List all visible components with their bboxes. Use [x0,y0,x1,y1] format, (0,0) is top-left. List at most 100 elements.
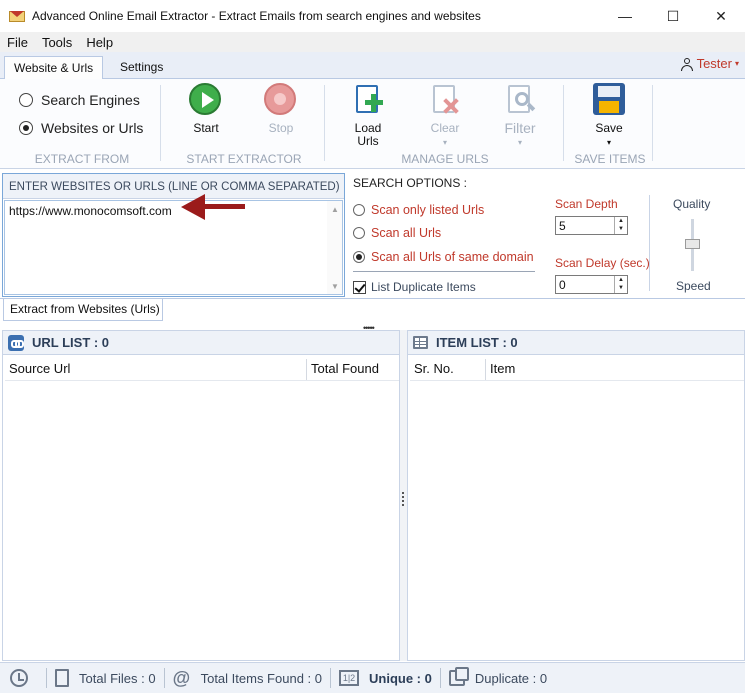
ribbon-divider [160,85,161,161]
scan-depth-label: Scan Depth [555,197,618,211]
file-icon [55,669,69,687]
ribbon-divider [652,85,653,161]
group-label-manage-urls: MANAGE URLS [401,152,489,166]
menu-help[interactable]: Help [79,35,120,50]
scan-delay-stepper[interactable]: 0 ▲ ▼ [555,275,628,294]
item-list-columns: Sr. No. Item [410,359,744,381]
filter-button[interactable]: Filter ▾ [492,83,548,149]
checkbox-checked [353,280,366,294]
url-textarea[interactable]: https://www.monocomsoft.com ▲ ▼ [4,200,343,295]
checkbox-label: List Duplicate Items [371,280,476,294]
unique-count: Unique : 0 [369,670,432,686]
stop-label: Stop [268,121,294,135]
ribbon-tab-row: Website & Urls Settings Tester ▾ [0,52,745,80]
floppy-disk-icon [592,83,626,117]
radio-scan-same-domain[interactable]: Scan all Urls of same domain [353,250,534,264]
column-source-url[interactable]: Source Url [5,359,307,380]
item-list-title: ITEM LIST : 0 [436,335,518,350]
link-icon [8,334,24,351]
duplicate-count: Duplicate : 0 [474,670,548,686]
minimize-button[interactable]: — [601,0,649,32]
ribbon-divider [324,85,325,161]
scan-delay-label: Scan Delay (sec.) [555,256,650,270]
chevron-down-icon: ▾ [606,138,611,147]
document-search-icon [503,83,537,117]
url-list-header: URL LIST : 0 [3,331,399,355]
radio-websites-urls[interactable]: Websites or Urls [19,120,143,136]
options-divider [649,195,650,291]
window-title: Advanced Online Email Extractor - Extrac… [32,9,481,23]
slider-thumb[interactable] [685,239,700,249]
document-delete-icon [428,83,462,117]
website-input-panel: ENTER WEBSITES OR URLS (LINE OR COMMA SE… [2,173,345,297]
title-bar: Advanced Online Email Extractor - Extrac… [0,0,745,32]
scan-depth-value: 5 [559,219,566,233]
column-total-found[interactable]: Total Found [307,359,399,380]
textarea-scrollbar[interactable]: ▲ ▼ [327,201,342,294]
user-name: Tester [696,56,732,71]
scroll-up-icon[interactable]: ▲ [331,205,339,214]
radio-circle [19,93,33,107]
clock-icon [10,669,28,687]
save-button[interactable]: Save ▾ [581,83,637,149]
scan-delay-value: 0 [559,278,566,292]
radio-label: Search Engines [41,92,140,108]
scan-depth-stepper[interactable]: 5 ▲ ▼ [555,216,628,235]
status-divider [46,668,47,688]
tab-extract-from-websites[interactable]: Extract from Websites (Urls) [3,299,163,321]
radio-search-engines[interactable]: Search Engines [19,92,140,108]
stop-button[interactable]: Stop [253,83,309,135]
chevron-down-icon: ▾ [442,138,447,147]
radio-label: Scan all Urls of same domain [371,250,534,264]
spin-down-icon[interactable]: ▼ [615,225,627,233]
scroll-down-icon[interactable]: ▼ [331,282,339,291]
column-sr-no[interactable]: Sr. No. [410,359,486,380]
url-text: https://www.monocomsoft.com [9,204,172,218]
radio-circle [353,204,365,216]
spin-up-icon[interactable]: ▲ [615,217,627,225]
close-button[interactable]: ✕ [697,0,745,32]
clear-button[interactable]: Clear ▾ [417,83,473,149]
user-menu[interactable]: Tester ▾ [680,56,739,71]
annotation-arrow-icon [203,204,245,209]
document-add-icon [351,83,385,117]
quality-label: Quality [673,197,711,211]
radio-circle [353,227,365,239]
user-icon [680,57,694,71]
total-items-found: Total Items Found : 0 [200,670,322,686]
maximize-button[interactable]: ☐ [649,0,697,32]
status-bar: Total Files : 0 @ Total Items Found : 0 … [0,662,745,693]
radio-label: Websites or Urls [41,120,144,136]
tab-website-urls[interactable]: Website & Urls [4,56,104,80]
spin-down-icon[interactable]: ▼ [615,284,627,292]
load-urls-button[interactable]: Load Urls [340,83,396,148]
tab-settings[interactable]: Settings [111,56,172,80]
menu-file[interactable]: File [0,35,35,50]
start-button[interactable]: Start [178,83,234,135]
total-files: Total Files : 0 [79,670,156,686]
group-label-save-items: SAVE ITEMS [574,152,646,166]
radio-scan-all-urls[interactable]: Scan all Urls [353,226,441,240]
radio-label: Scan only listed Urls [371,203,485,217]
group-label-extract-from: EXTRACT FROM [34,152,130,166]
play-icon [189,83,221,115]
radio-scan-only-listed[interactable]: Scan only listed Urls [353,203,484,217]
search-options-title: SEARCH OPTIONS : [353,176,468,190]
speed-label: Speed [676,279,711,293]
at-sign-icon: @ [172,668,191,688]
radio-circle-selected [353,251,365,263]
menu-tools[interactable]: Tools [35,35,79,50]
unique-icon: 1|2 [339,670,359,686]
stop-icon [264,83,296,115]
list-duplicates-checkbox[interactable]: List Duplicate Items [353,280,476,294]
radio-circle-selected [19,121,33,135]
column-item[interactable]: Item [486,359,744,380]
load-urls-label: Load Urls [354,121,382,148]
clear-label: Clear [430,121,460,135]
duplicate-icon [448,667,469,686]
group-label-start-extractor: START EXTRACTOR [186,152,302,166]
spin-up-icon[interactable]: ▲ [615,276,627,284]
search-options-panel: SEARCH OPTIONS : Scan only listed Urls S… [347,173,745,297]
filter-label: Filter [504,120,536,136]
vertical-splitter[interactable] [400,330,407,661]
